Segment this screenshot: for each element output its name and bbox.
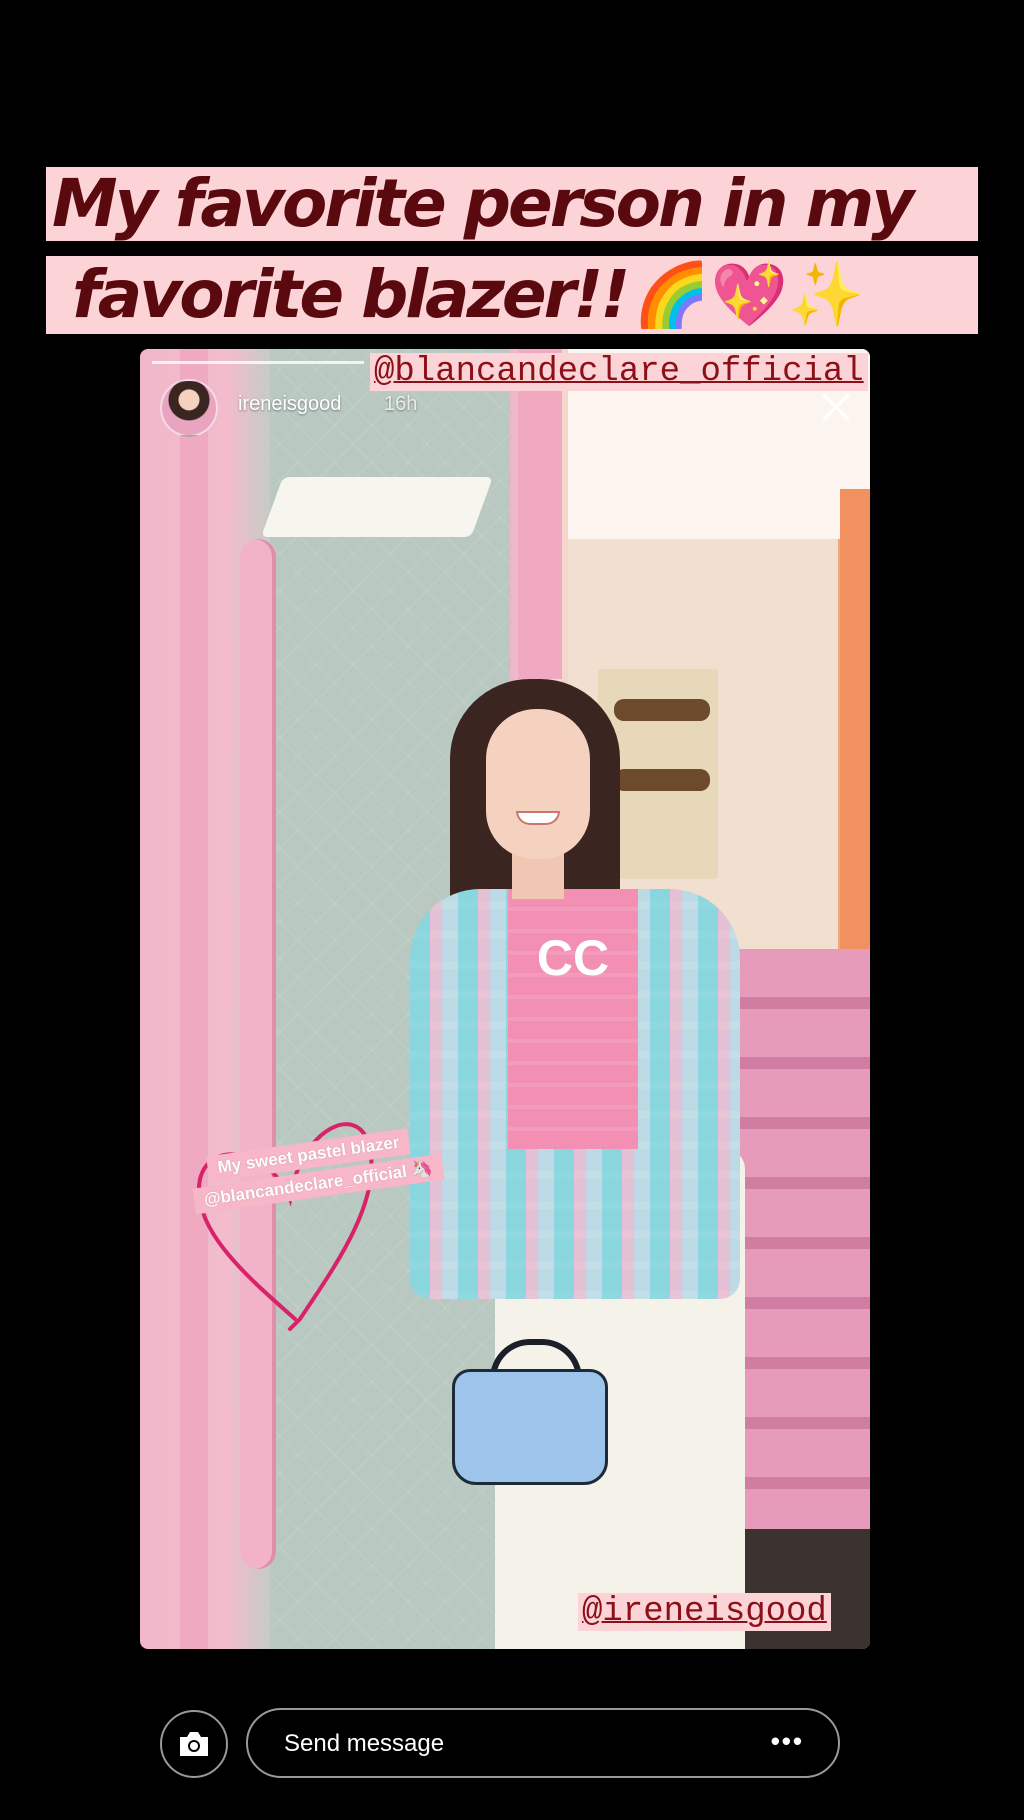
mention-tag-user[interactable]: @ireneisgood bbox=[578, 1593, 831, 1631]
story-username[interactable]: ireneisgood bbox=[238, 393, 341, 416]
door-pillar bbox=[518, 349, 562, 679]
mailbox-slot bbox=[614, 699, 710, 721]
caption-line-1: My favorite person in my bbox=[46, 165, 978, 242]
story-timestamp: 16h bbox=[384, 393, 418, 415]
door-handle-rail bbox=[240, 539, 276, 1569]
avatar[interactable] bbox=[160, 379, 218, 437]
mention-tag-brand[interactable]: @blancandeclare_official bbox=[370, 353, 868, 391]
story-media[interactable]: CC My sweet pastel blazer @blancandeclar… bbox=[140, 349, 870, 1649]
story-progress-bar bbox=[152, 361, 364, 364]
camera-button[interactable] bbox=[160, 1710, 228, 1778]
close-icon[interactable] bbox=[818, 389, 854, 425]
more-icon[interactable]: ••• bbox=[771, 1726, 804, 1757]
caption-line-2: favorite blazer!! 🌈💖✨ bbox=[46, 256, 978, 334]
caption-text-2: favorite blazer!! bbox=[72, 256, 630, 333]
camera-icon bbox=[180, 1732, 208, 1756]
door-frame bbox=[180, 349, 208, 1649]
person-face bbox=[486, 709, 590, 859]
ceiling-light bbox=[261, 477, 493, 537]
heart-doodle-icon bbox=[196, 1122, 374, 1331]
caption-text-1: My favorite person in my bbox=[52, 165, 914, 242]
caption-emojis: 🌈💖✨ bbox=[633, 258, 866, 331]
person-top bbox=[508, 889, 638, 1149]
send-message-input[interactable]: Send message ••• bbox=[246, 1708, 840, 1778]
handbag bbox=[452, 1369, 608, 1485]
send-message-placeholder: Send message bbox=[284, 1730, 445, 1757]
shirt-logo: CC bbox=[536, 930, 610, 986]
mailbox-slot bbox=[614, 769, 710, 791]
